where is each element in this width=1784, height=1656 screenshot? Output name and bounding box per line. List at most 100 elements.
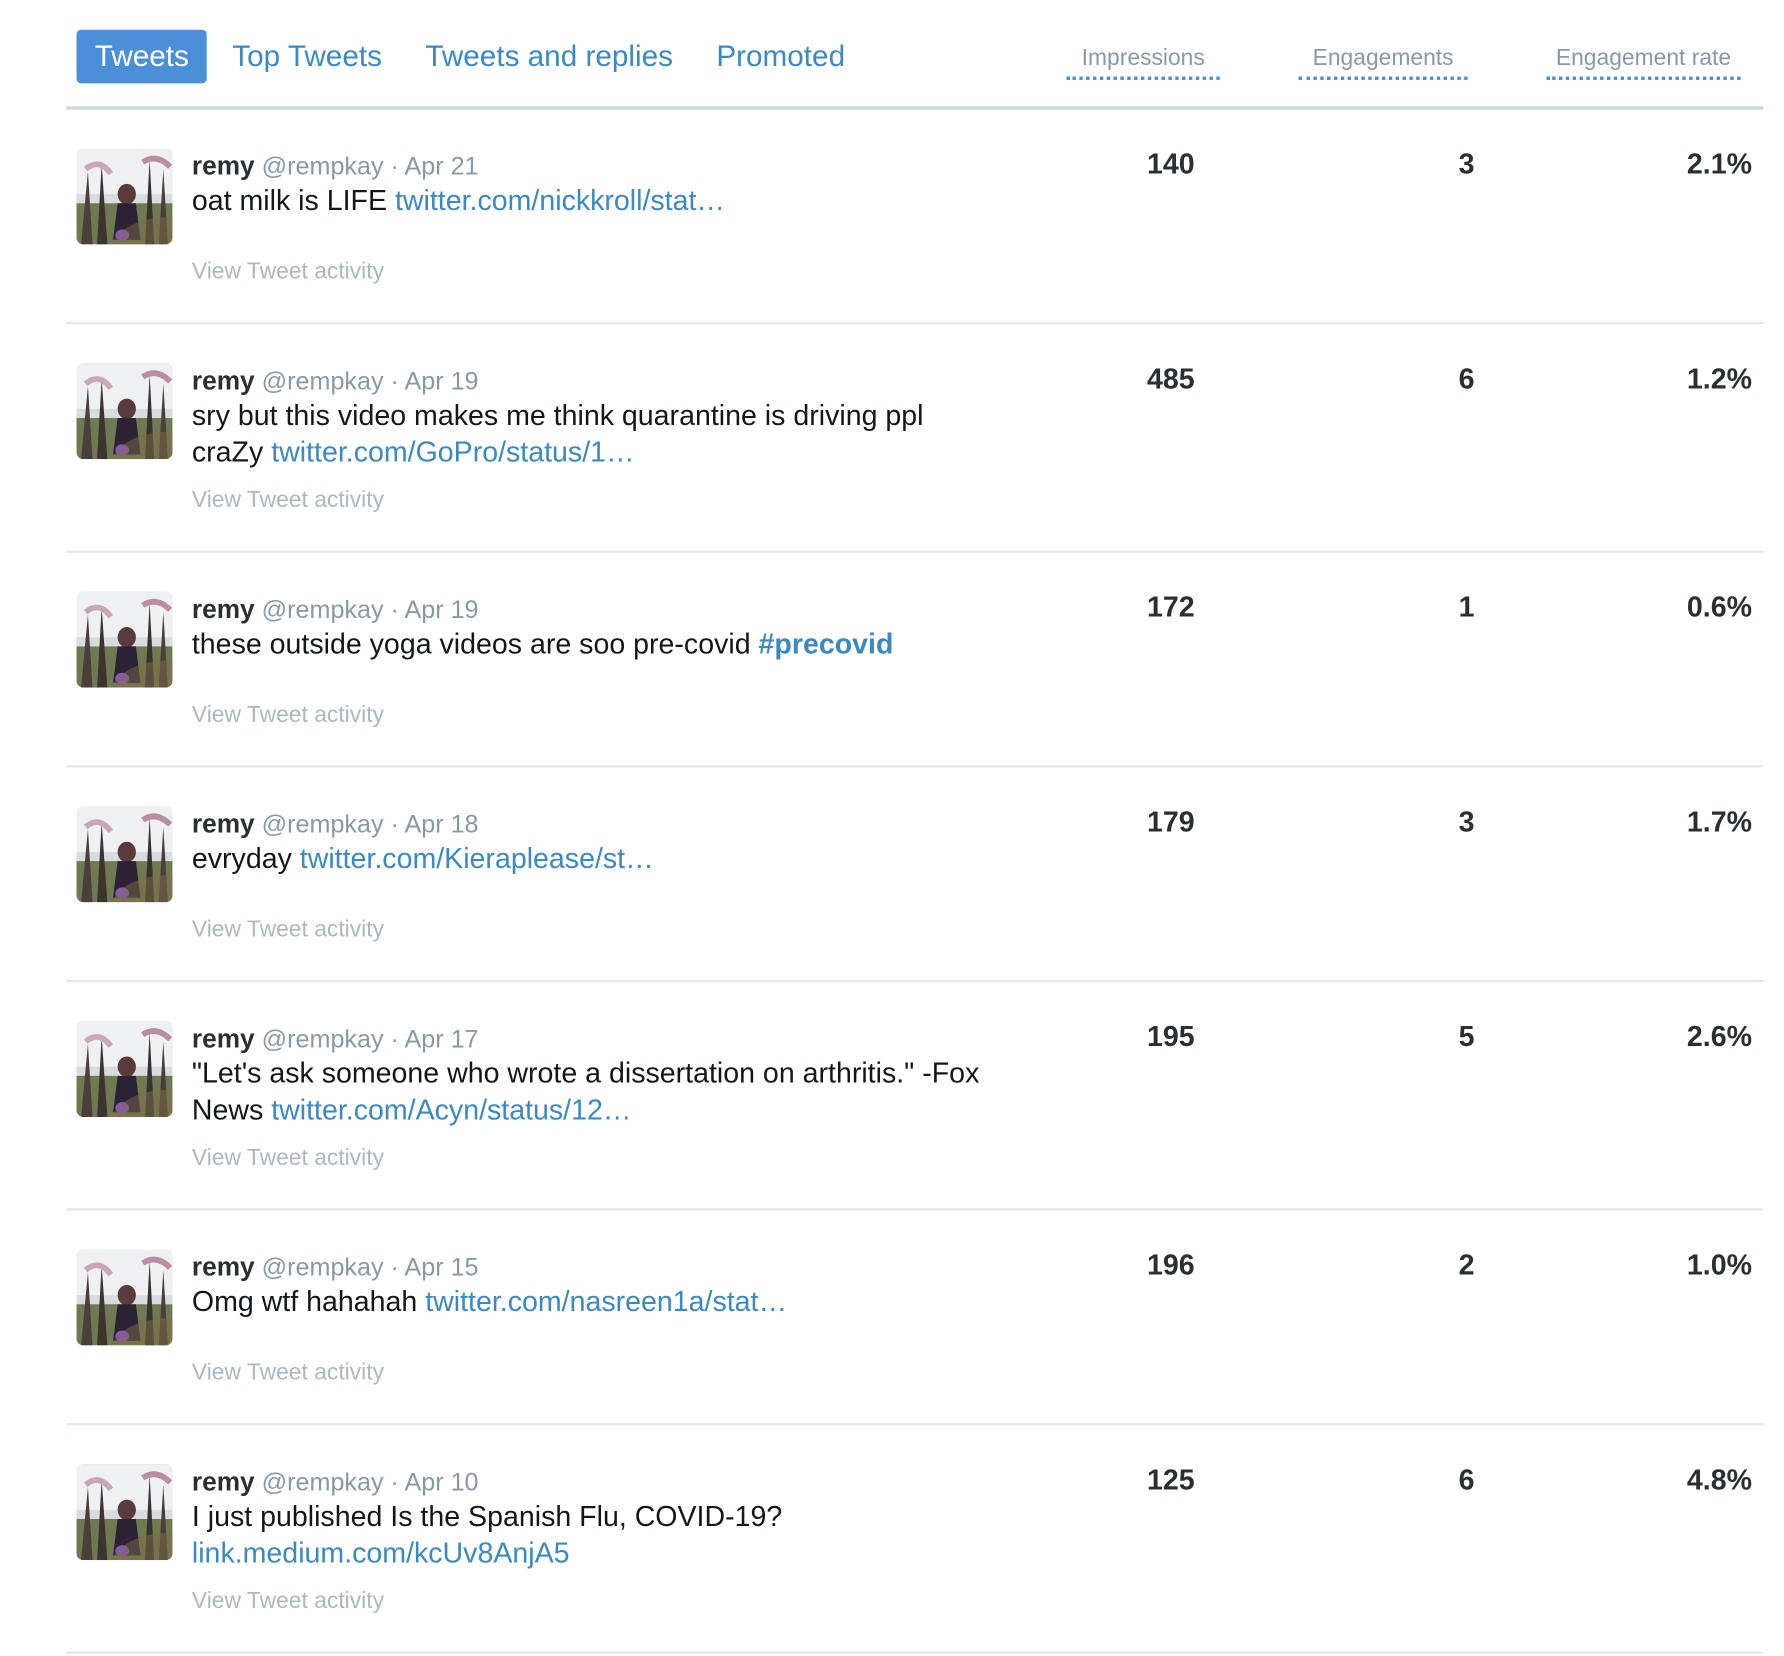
view-tweet-activity-link[interactable]: View Tweet activity (192, 1589, 384, 1615)
table-header: Tweets Top Tweets Tweets and replies Pro… (66, 0, 1764, 110)
tweet-activity-page: Tweets Top Tweets Tweets and replies Pro… (0, 0, 1784, 1656)
avatar-photo-icon (76, 1249, 173, 1346)
impressions-value: 196 (1146, 1249, 1195, 1282)
engagement-rate-value: 4.8% (1686, 1464, 1752, 1497)
tweet-content: remy @rempkay · Apr 19 sry but this vide… (192, 365, 991, 470)
tweet-text: Omg wtf hahahah twitter.com/nasreen1a/st… (192, 1284, 991, 1321)
view-tweet-activity-link[interactable]: View Tweet activity (192, 259, 384, 285)
tweet-row: remy @rempkay · Apr 15 Omg wtf hahahah t… (66, 1211, 1764, 1426)
impressions-value: 179 (1146, 806, 1195, 839)
tweet-date[interactable]: Apr 21 (404, 152, 478, 181)
author-name[interactable]: remy (192, 1252, 255, 1282)
avatar-photo-icon (76, 1021, 173, 1117)
tweet-text: evryday twitter.com/Kieraplease/st… (192, 841, 991, 878)
tweet-meta: remy @rempkay · Apr 21 (192, 151, 991, 182)
tweet-date[interactable]: Apr 19 (404, 595, 478, 624)
engagement-rate-value: 0.6% (1686, 591, 1752, 624)
tweet-link[interactable]: twitter.com/GoPro/status/1… (271, 436, 634, 468)
impressions-value: 172 (1146, 591, 1195, 624)
author-name[interactable]: remy (192, 365, 255, 395)
author-handle[interactable]: @rempkay (262, 810, 384, 839)
tab-promoted[interactable]: Promoted (698, 30, 863, 84)
tweet-date[interactable]: Apr 17 (404, 1024, 478, 1053)
tweet-meta: remy @rempkay · Apr 15 (192, 1252, 991, 1283)
avatar[interactable] (76, 1249, 173, 1346)
meta-separator: · (390, 809, 399, 839)
author-name[interactable]: remy (192, 151, 255, 181)
tweet-hashtag[interactable]: #precovid (759, 628, 894, 660)
engagements-value: 5 (1458, 1021, 1475, 1054)
engagement-rate-value: 2.1% (1686, 148, 1752, 181)
engagements-value: 3 (1458, 148, 1475, 181)
tweet-content: remy @rempkay · Apr 19 these outside yog… (192, 594, 991, 663)
avatar-photo-icon (76, 148, 173, 245)
engagement-rate-value: 1.0% (1686, 1249, 1752, 1282)
author-name[interactable]: remy (192, 594, 255, 624)
avatar-photo-icon (76, 1464, 173, 1561)
avatar[interactable] (76, 1464, 173, 1561)
tab-top-tweets[interactable]: Top Tweets (214, 30, 400, 84)
tweet-date[interactable]: Apr 19 (404, 367, 478, 396)
tweet-link[interactable]: twitter.com/Acyn/status/12… (271, 1094, 631, 1126)
tweet-row: remy @rempkay · Apr 19 these outside yog… (66, 553, 1764, 768)
tweet-link[interactable]: twitter.com/nickkroll/stat… (395, 185, 725, 217)
tweet-body: Omg wtf hahahah (191, 1286, 426, 1318)
tweet-content: remy @rempkay · Apr 15 Omg wtf hahahah t… (192, 1252, 991, 1321)
view-tweet-activity-link[interactable]: View Tweet activity (192, 1360, 384, 1386)
avatar[interactable] (76, 806, 173, 903)
tweet-row: remy @rempkay · Apr 10 I just published … (66, 1425, 1764, 1654)
tweet-content: remy @rempkay · Apr 17 "Let's ask someon… (192, 1023, 991, 1128)
view-tweet-activity-link[interactable]: View Tweet activity (192, 488, 384, 514)
avatar-photo-icon (76, 806, 173, 903)
meta-separator: · (390, 366, 399, 396)
tab-tweets-and-replies[interactable]: Tweets and replies (407, 30, 691, 84)
view-tweet-activity-link[interactable]: View Tweet activity (192, 917, 384, 943)
tweet-tabs: Tweets Top Tweets Tweets and replies Pro… (76, 29, 871, 84)
meta-separator: · (390, 151, 399, 181)
tweet-date[interactable]: Apr 15 (404, 1253, 478, 1282)
view-tweet-activity-link[interactable]: View Tweet activity (192, 702, 384, 728)
view-tweet-activity-link[interactable]: View Tweet activity (192, 1146, 384, 1172)
author-name[interactable]: remy (192, 1023, 255, 1053)
meta-separator: · (390, 1252, 399, 1282)
tweet-body: I just published Is the Spanish Flu, COV… (191, 1500, 783, 1533)
tweet-date[interactable]: Apr 10 (404, 1468, 478, 1497)
author-handle[interactable]: @rempkay (262, 1253, 384, 1282)
meta-separator: · (390, 1024, 399, 1054)
engagement-rate-value: 1.7% (1686, 806, 1752, 839)
avatar[interactable] (76, 148, 173, 245)
tweet-link[interactable]: twitter.com/Kieraplease/st… (300, 843, 654, 875)
tweet-meta: remy @rempkay · Apr 10 (192, 1466, 991, 1497)
author-handle[interactable]: @rempkay (262, 152, 384, 181)
avatar[interactable] (76, 1021, 173, 1117)
tweet-date[interactable]: Apr 18 (404, 810, 478, 839)
engagements-column-header[interactable]: Engagements (1298, 46, 1468, 80)
meta-separator: · (390, 595, 399, 624)
engagements-value: 1 (1458, 591, 1475, 624)
author-handle[interactable]: @rempkay (262, 367, 384, 396)
tweet-link[interactable]: link.medium.com/kcUv8AnjA5 (192, 1537, 570, 1569)
impressions-value: 125 (1146, 1464, 1195, 1497)
tweet-content: remy @rempkay · Apr 18 evryday twitter.c… (192, 809, 991, 878)
tweet-meta: remy @rempkay · Apr 19 (192, 365, 991, 396)
author-handle[interactable]: @rempkay (262, 1468, 384, 1497)
meta-separator: · (390, 1467, 399, 1497)
engagement-rate-value: 1.2% (1686, 363, 1752, 396)
author-handle[interactable]: @rempkay (262, 595, 384, 624)
author-handle[interactable]: @rempkay (262, 1024, 384, 1053)
tab-tweets[interactable]: Tweets (76, 29, 208, 84)
tweet-link[interactable]: twitter.com/nasreen1a/stat… (425, 1286, 787, 1318)
impressions-value: 485 (1146, 363, 1195, 396)
tweet-content: remy @rempkay · Apr 21 oat milk is LIFE … (192, 151, 991, 220)
author-name[interactable]: remy (192, 809, 255, 839)
tweet-body: oat milk is LIFE (191, 185, 395, 217)
impressions-column-header[interactable]: Impressions (1066, 46, 1220, 80)
avatar-photo-icon (76, 591, 173, 688)
author-name[interactable]: remy (192, 1466, 255, 1496)
engagement-rate-column-header[interactable]: Engagement rate (1546, 46, 1741, 80)
engagements-value: 3 (1458, 806, 1475, 839)
avatar[interactable] (76, 591, 173, 688)
avatar[interactable] (76, 363, 173, 460)
impressions-value: 195 (1146, 1021, 1195, 1054)
tweet-text: these outside yoga videos are soo pre-co… (192, 626, 991, 663)
